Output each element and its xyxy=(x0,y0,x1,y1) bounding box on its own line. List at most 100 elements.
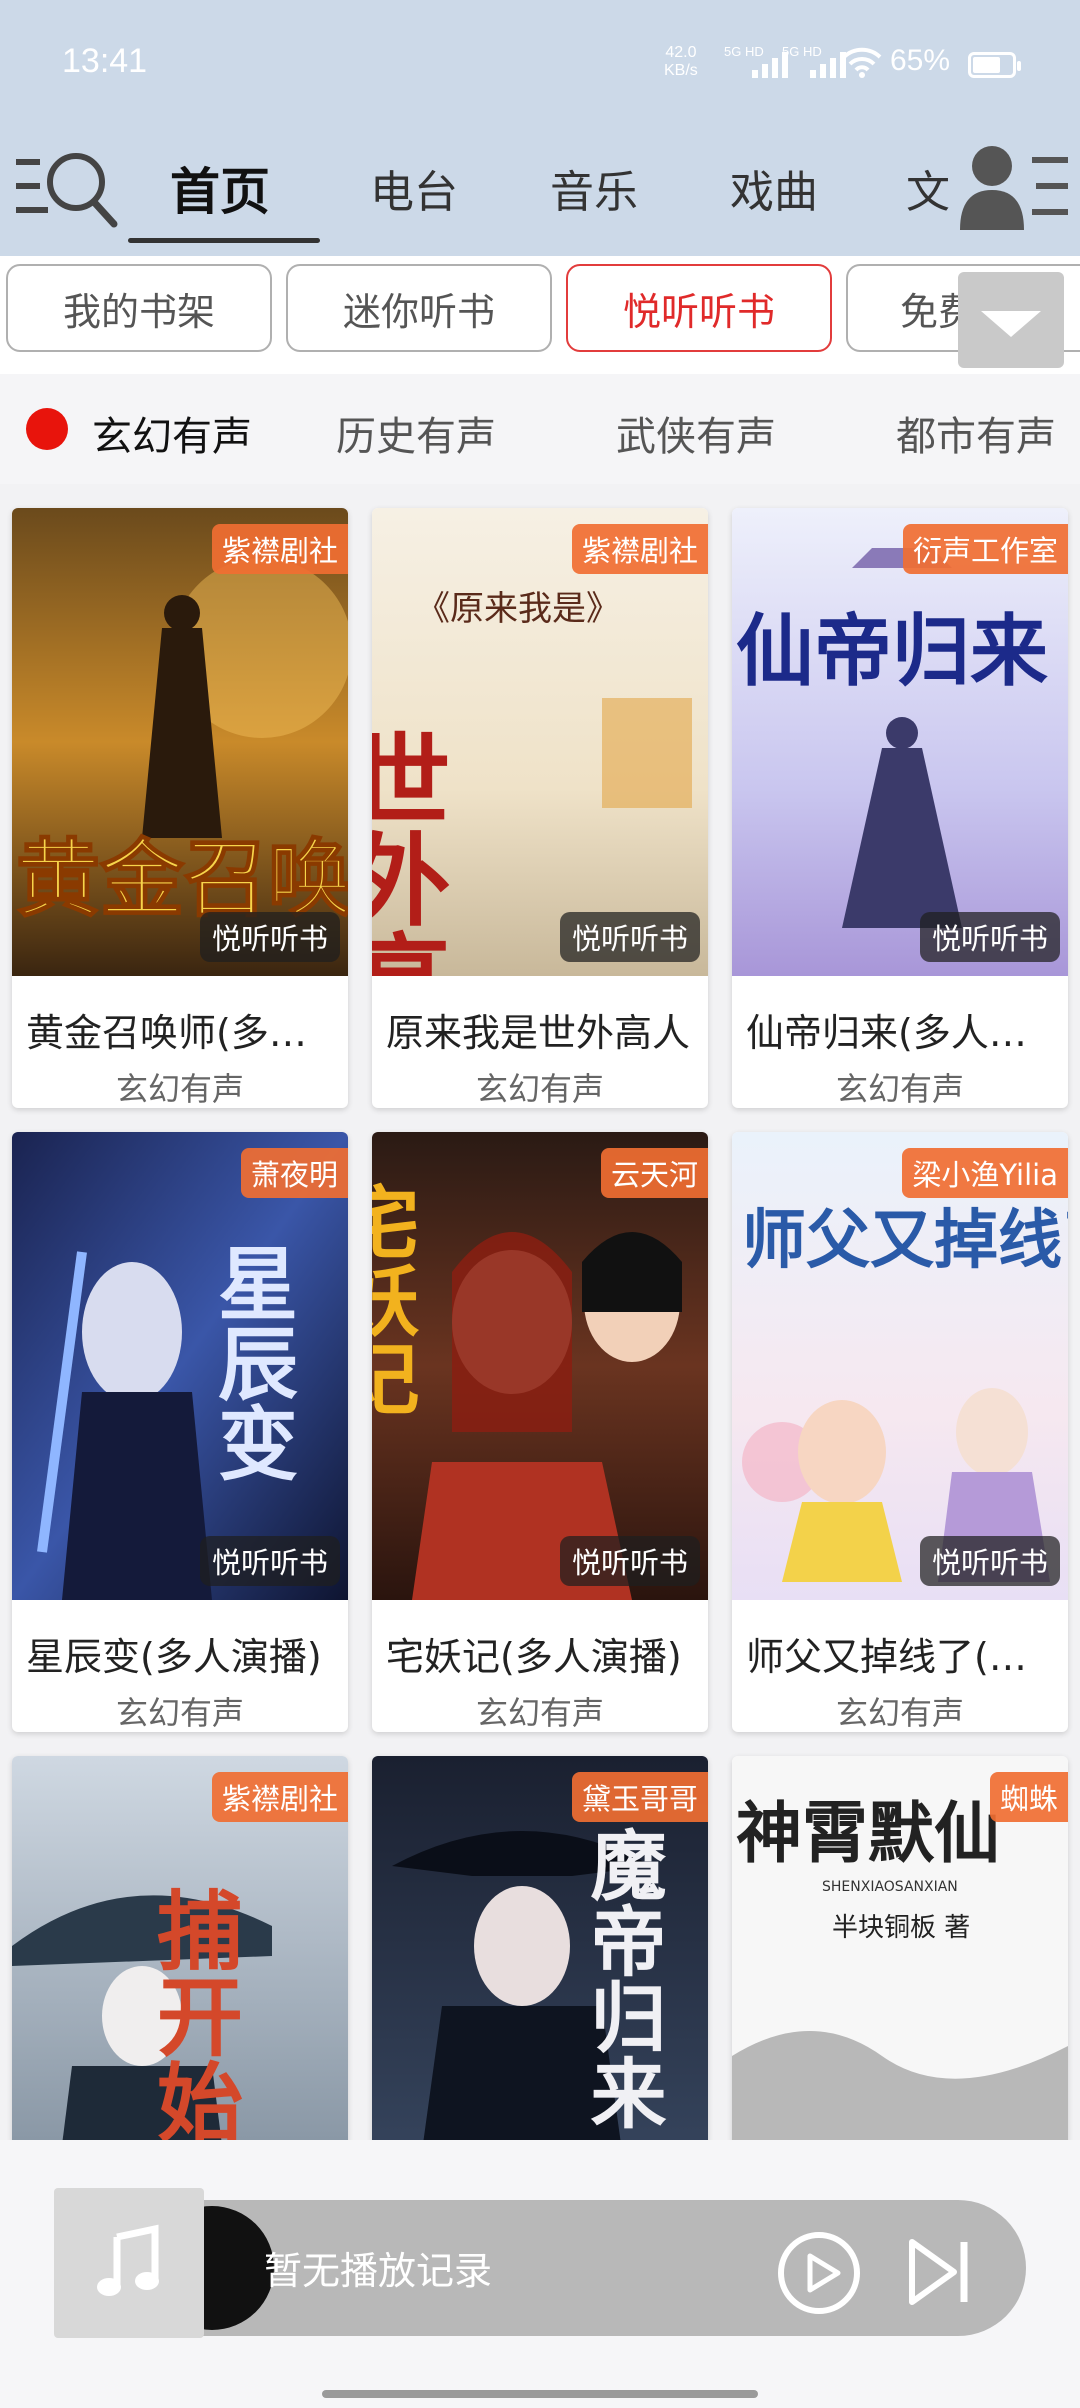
book-cover: 宅妖记 云天河 悦听听书 xyxy=(372,1132,708,1600)
cover-image: 星辰变 xyxy=(12,1132,348,1600)
battery-icon xyxy=(968,52,1021,78)
svg-text:神霄默仙: 神霄默仙 xyxy=(736,1794,1000,1872)
publisher-badge: 萧夜明 xyxy=(240,1148,348,1198)
category-bar: 玄幻有声 历史有声 武侠有声 都市有声 xyxy=(0,374,1080,484)
tab-music[interactable]: 音乐 xyxy=(550,156,638,220)
book-card[interactable]: 捕开始 紫襟剧社 xyxy=(12,1756,348,2140)
home-indicator xyxy=(322,2390,758,2398)
chevron-down-icon[interactable] xyxy=(958,272,1064,368)
svg-text:宅妖记: 宅妖记 xyxy=(372,1182,420,1416)
book-card[interactable]: 黄金召唤师 紫襟剧社 悦听听书 黄金召唤师(多人演播) 玄幻有声 xyxy=(12,508,348,1108)
book-card[interactable]: 星辰变 萧夜明 悦听听书 星辰变(多人演播) 玄幻有声 xyxy=(12,1132,348,1732)
sub-tabs: 我的书架 迷你听书 悦听听书 免费 xyxy=(0,256,1080,374)
tab-radio[interactable]: 电台 xyxy=(370,156,458,220)
publisher-badge: 紫襟剧社 xyxy=(211,1772,348,1822)
book-grid: 黄金召唤师 紫襟剧社 悦听听书 黄金召唤师(多人演播) 玄幻有声 《原来我是》 … xyxy=(0,500,1080,2140)
svg-text:魔帝归来: 魔帝归来 xyxy=(578,1826,667,2130)
top-bar: 13:41 42.0 KB/s 5G HD 5G HD 65% 首页 电台 音乐… xyxy=(0,0,1080,256)
book-genre: 玄幻有声 xyxy=(115,1070,244,1108)
book-cover: 仙帝归来 衍声工作室 悦听听书 xyxy=(732,508,1068,976)
book-genre: 玄幻有声 xyxy=(475,1070,604,1108)
publisher-badge: 紫襟剧社 xyxy=(211,524,348,574)
mini-player: 暂无播放记录 xyxy=(0,2140,1080,2408)
wifi-icon xyxy=(842,47,882,78)
chip-yueting[interactable]: 悦听听书 xyxy=(566,264,832,352)
category-xuanhuan[interactable]: 玄幻有声 xyxy=(92,404,252,462)
user-menu-icon[interactable] xyxy=(956,140,1070,232)
book-cover: 星辰变 萧夜明 悦听听书 xyxy=(12,1132,348,1600)
book-card[interactable]: 师父又掉线了 梁小渔Yilia 悦听听书 师父又掉线了(多人演播) 玄幻有声 xyxy=(732,1132,1068,1732)
svg-text:捕开始: 捕开始 xyxy=(142,1886,243,2140)
play-icon[interactable] xyxy=(776,2230,862,2316)
category-urban[interactable]: 都市有声 xyxy=(896,404,1056,462)
status-time: 13:41 xyxy=(62,42,148,80)
cover-image: 仙帝归来 xyxy=(732,508,1068,976)
category-history[interactable]: 历史有声 xyxy=(336,404,496,462)
book-title: 宅妖记(多人演播) xyxy=(386,1635,682,1679)
main-tabs: 首页 电台 音乐 戏曲 文 xyxy=(130,130,970,250)
tab-opera[interactable]: 戏曲 xyxy=(730,156,818,220)
cover-image: 黄金召唤师 xyxy=(12,508,348,976)
publisher-badge: 蜘蛛 xyxy=(989,1772,1068,1822)
brand-badge: 悦听听书 xyxy=(559,912,700,962)
status-bar: 13:41 42.0 KB/s 5G HD 5G HD 65% xyxy=(0,0,1080,128)
svg-text:《原来我是》: 《原来我是》 xyxy=(416,589,620,629)
book-title: 黄金召唤师(多人演播) xyxy=(26,1011,336,1055)
publisher-badge: 黛玉哥哥 xyxy=(571,1772,708,1822)
cover-image: 《原来我是》 世外高人 xyxy=(372,508,708,976)
book-title: 星辰变(多人演播) xyxy=(26,1635,322,1679)
book-cover: 神霄默仙 SHENXIAOSANXIAN 半块铜板 著 蜘蛛 xyxy=(732,1756,1068,2140)
book-card[interactable]: 《原来我是》 世外高人 紫襟剧社 悦听听书 原来我是世外高人 玄幻有声 xyxy=(372,508,708,1108)
book-card[interactable]: 神霄默仙 SHENXIAOSANXIAN 半块铜板 著 蜘蛛 xyxy=(732,1756,1068,2140)
book-genre: 玄幻有声 xyxy=(835,1070,964,1108)
tab-home[interactable]: 首页 xyxy=(170,152,270,224)
book-title: 仙帝归来(多人演播) xyxy=(746,1011,1056,1055)
book-genre: 玄幻有声 xyxy=(835,1694,964,1732)
net-speed-unit: KB/s xyxy=(664,62,698,79)
book-card[interactable]: 仙帝归来 衍声工作室 悦听听书 仙帝归来(多人演播) 玄幻有声 xyxy=(732,508,1068,1108)
battery-text: 65% xyxy=(890,44,951,77)
chip-mini-audio[interactable]: 迷你听书 xyxy=(286,264,552,352)
publisher-badge: 衍声工作室 xyxy=(902,524,1068,574)
category-wuxia[interactable]: 武侠有声 xyxy=(616,404,776,462)
brand-badge: 悦听听书 xyxy=(919,912,1060,962)
book-cover: 师父又掉线了 梁小渔Yilia 悦听听书 xyxy=(732,1132,1068,1600)
book-genre: 玄幻有声 xyxy=(475,1694,604,1732)
book-cover: 捕开始 紫襟剧社 xyxy=(12,1756,348,2140)
svg-text:世外高人: 世外高人 xyxy=(372,728,451,976)
svg-text:星辰变: 星辰变 xyxy=(205,1242,299,1482)
search-menu-icon[interactable] xyxy=(14,142,120,228)
active-tab-underline xyxy=(128,238,320,243)
book-title: 原来我是世外高人 xyxy=(386,1011,691,1055)
book-cover: 黄金召唤师 紫襟剧社 悦听听书 xyxy=(12,508,348,976)
next-track-icon[interactable] xyxy=(904,2232,974,2312)
book-title: 师父又掉线了(多人演播) xyxy=(746,1635,1056,1679)
cover-image: 宅妖记 xyxy=(372,1132,708,1600)
publisher-badge: 梁小渔Yilia xyxy=(902,1148,1068,1198)
net-speed: 42.0 KB/s xyxy=(664,44,698,80)
album-thumb[interactable] xyxy=(54,2188,204,2338)
publisher-badge: 云天河 xyxy=(600,1148,708,1198)
music-note-icon xyxy=(97,2224,159,2296)
svg-text:师父又掉线了: 师父又掉线了 xyxy=(742,1203,1068,1278)
brand-badge: 悦听听书 xyxy=(559,1536,700,1586)
tab-literature[interactable]: 文 xyxy=(906,156,950,220)
book-cover: 《原来我是》 世外高人 紫襟剧社 悦听听书 xyxy=(372,508,708,976)
book-card[interactable]: 魔帝归来 黛玉哥哥 xyxy=(372,1756,708,2140)
svg-text:仙帝归来: 仙帝归来 xyxy=(736,606,1048,697)
active-category-dot xyxy=(26,408,68,450)
chip-bookshelf[interactable]: 我的书架 xyxy=(6,264,272,352)
book-genre: 玄幻有声 xyxy=(115,1694,244,1732)
player-status-text: 暂无播放记录 xyxy=(264,2249,493,2293)
publisher-badge: 紫襟剧社 xyxy=(571,524,708,574)
brand-badge: 悦听听书 xyxy=(199,912,340,962)
book-card[interactable]: 宅妖记 云天河 悦听听书 宅妖记(多人演播) 玄幻有声 xyxy=(372,1132,708,1732)
cover-image: 师父又掉线了 xyxy=(732,1132,1068,1600)
svg-text:半块铜板 著: 半块铜板 著 xyxy=(832,1913,970,1943)
brand-badge: 悦听听书 xyxy=(199,1536,340,1586)
signal-icon-2 xyxy=(810,50,846,78)
svg-text:SHENXIAOSANXIAN: SHENXIAOSANXIAN xyxy=(822,1879,958,1895)
book-cover: 魔帝归来 黛玉哥哥 xyxy=(372,1756,708,2140)
net-speed-value: 42.0 xyxy=(665,44,697,61)
brand-badge: 悦听听书 xyxy=(919,1536,1060,1586)
